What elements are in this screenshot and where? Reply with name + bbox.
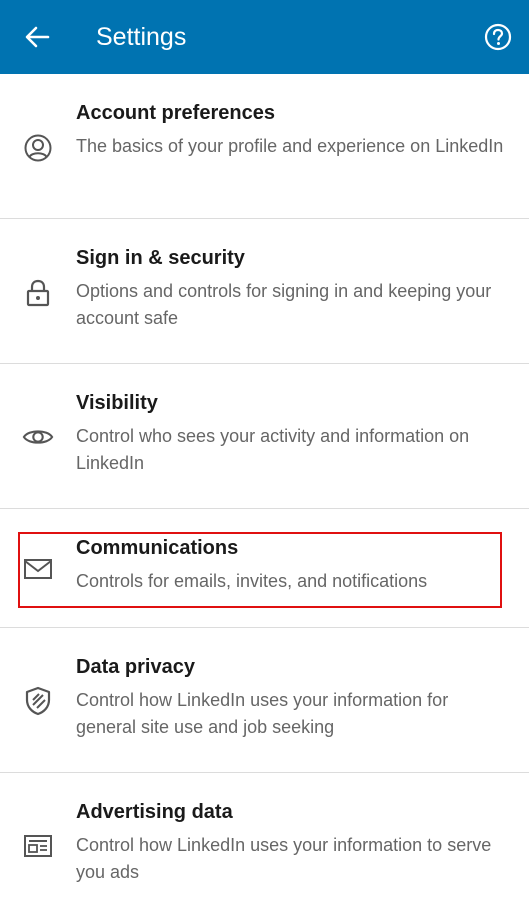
settings-item-account-preferences[interactable]: Account preferences The basics of your p… (0, 74, 529, 219)
app-bar: Settings (0, 0, 529, 74)
settings-item-title: Account preferences (76, 102, 275, 124)
ad-card-icon (22, 830, 54, 862)
back-button[interactable] (16, 18, 58, 56)
envelope-icon (22, 553, 54, 585)
page-title: Settings (96, 23, 187, 51)
help-circle-icon (484, 23, 512, 51)
settings-item-description: Options and controls for signing in and … (76, 281, 492, 328)
settings-list: Account preferences The basics of your p… (0, 74, 529, 918)
person-circle-icon (22, 132, 54, 164)
arrow-left-icon (25, 26, 50, 48)
settings-item-visibility[interactable]: Visibility Control who sees your activit… (0, 364, 529, 509)
settings-item-title: Sign in & security (76, 247, 245, 269)
eye-icon (22, 421, 54, 453)
settings-item-description: The basics of your profile and experienc… (76, 136, 504, 156)
shield-icon (22, 685, 54, 717)
settings-item-description: Control how LinkedIn uses your informati… (76, 835, 492, 882)
settings-item-communications[interactable]: Communications Controls for emails, invi… (0, 509, 529, 628)
settings-item-description: Control how LinkedIn uses your informati… (76, 690, 449, 737)
settings-item-title: Advertising data (76, 801, 233, 823)
settings-item-advertising-data[interactable]: Advertising data Control how LinkedIn us… (0, 773, 529, 918)
lock-icon (22, 277, 54, 309)
help-button[interactable] (483, 20, 513, 54)
settings-item-title: Data privacy (76, 656, 195, 678)
settings-item-title: Communications (76, 537, 239, 559)
settings-item-description: Control who sees your activity and infor… (76, 426, 470, 473)
settings-item-title: Visibility (76, 392, 158, 414)
settings-item-data-privacy[interactable]: Data privacy Control how LinkedIn uses y… (0, 628, 529, 773)
settings-item-sign-in-security[interactable]: Sign in & security Options and controls … (0, 219, 529, 364)
settings-item-description: Controls for emails, invites, and notifi… (76, 571, 428, 591)
